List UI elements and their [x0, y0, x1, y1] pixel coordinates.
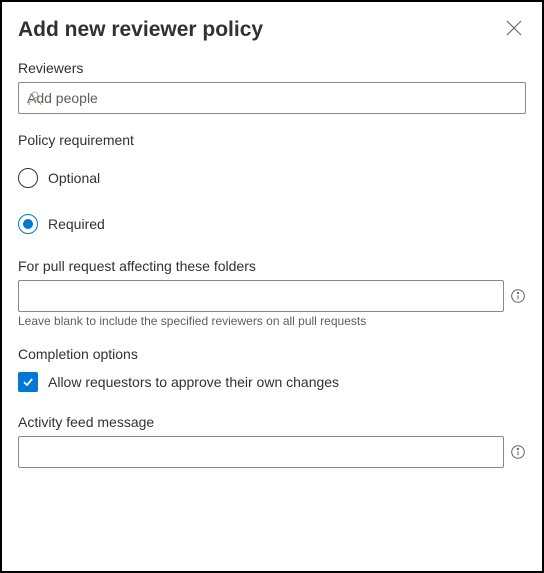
reviewers-label: Reviewers [18, 60, 526, 76]
close-icon [506, 20, 522, 41]
info-icon[interactable] [510, 288, 526, 304]
radio-optional[interactable]: Optional [18, 168, 526, 188]
info-icon[interactable] [510, 444, 526, 460]
reviewers-input[interactable] [18, 82, 526, 114]
radio-icon [18, 214, 38, 234]
radio-icon [18, 168, 38, 188]
activity-input[interactable] [18, 436, 504, 468]
completion-label: Completion options [18, 346, 526, 362]
close-button[interactable] [502, 18, 526, 42]
checkbox-allow-self-approve-label: Allow requestors to approve their own ch… [48, 374, 339, 390]
dialog-title: Add new reviewer policy [18, 18, 263, 42]
checkbox-allow-self-approve[interactable]: Allow requestors to approve their own ch… [18, 372, 526, 392]
checkbox-icon [18, 372, 38, 392]
person-icon [26, 89, 44, 107]
radio-required[interactable]: Required [18, 214, 526, 234]
policy-requirement-group: Optional Required [18, 168, 526, 234]
radio-required-label: Required [48, 216, 105, 232]
paths-hint: Leave blank to include the specified rev… [18, 314, 526, 328]
paths-label: For pull request affecting these folders [18, 258, 526, 274]
activity-label: Activity feed message [18, 414, 526, 430]
radio-optional-label: Optional [48, 170, 100, 186]
policy-requirement-label: Policy requirement [18, 132, 526, 148]
paths-input[interactable] [18, 280, 504, 312]
